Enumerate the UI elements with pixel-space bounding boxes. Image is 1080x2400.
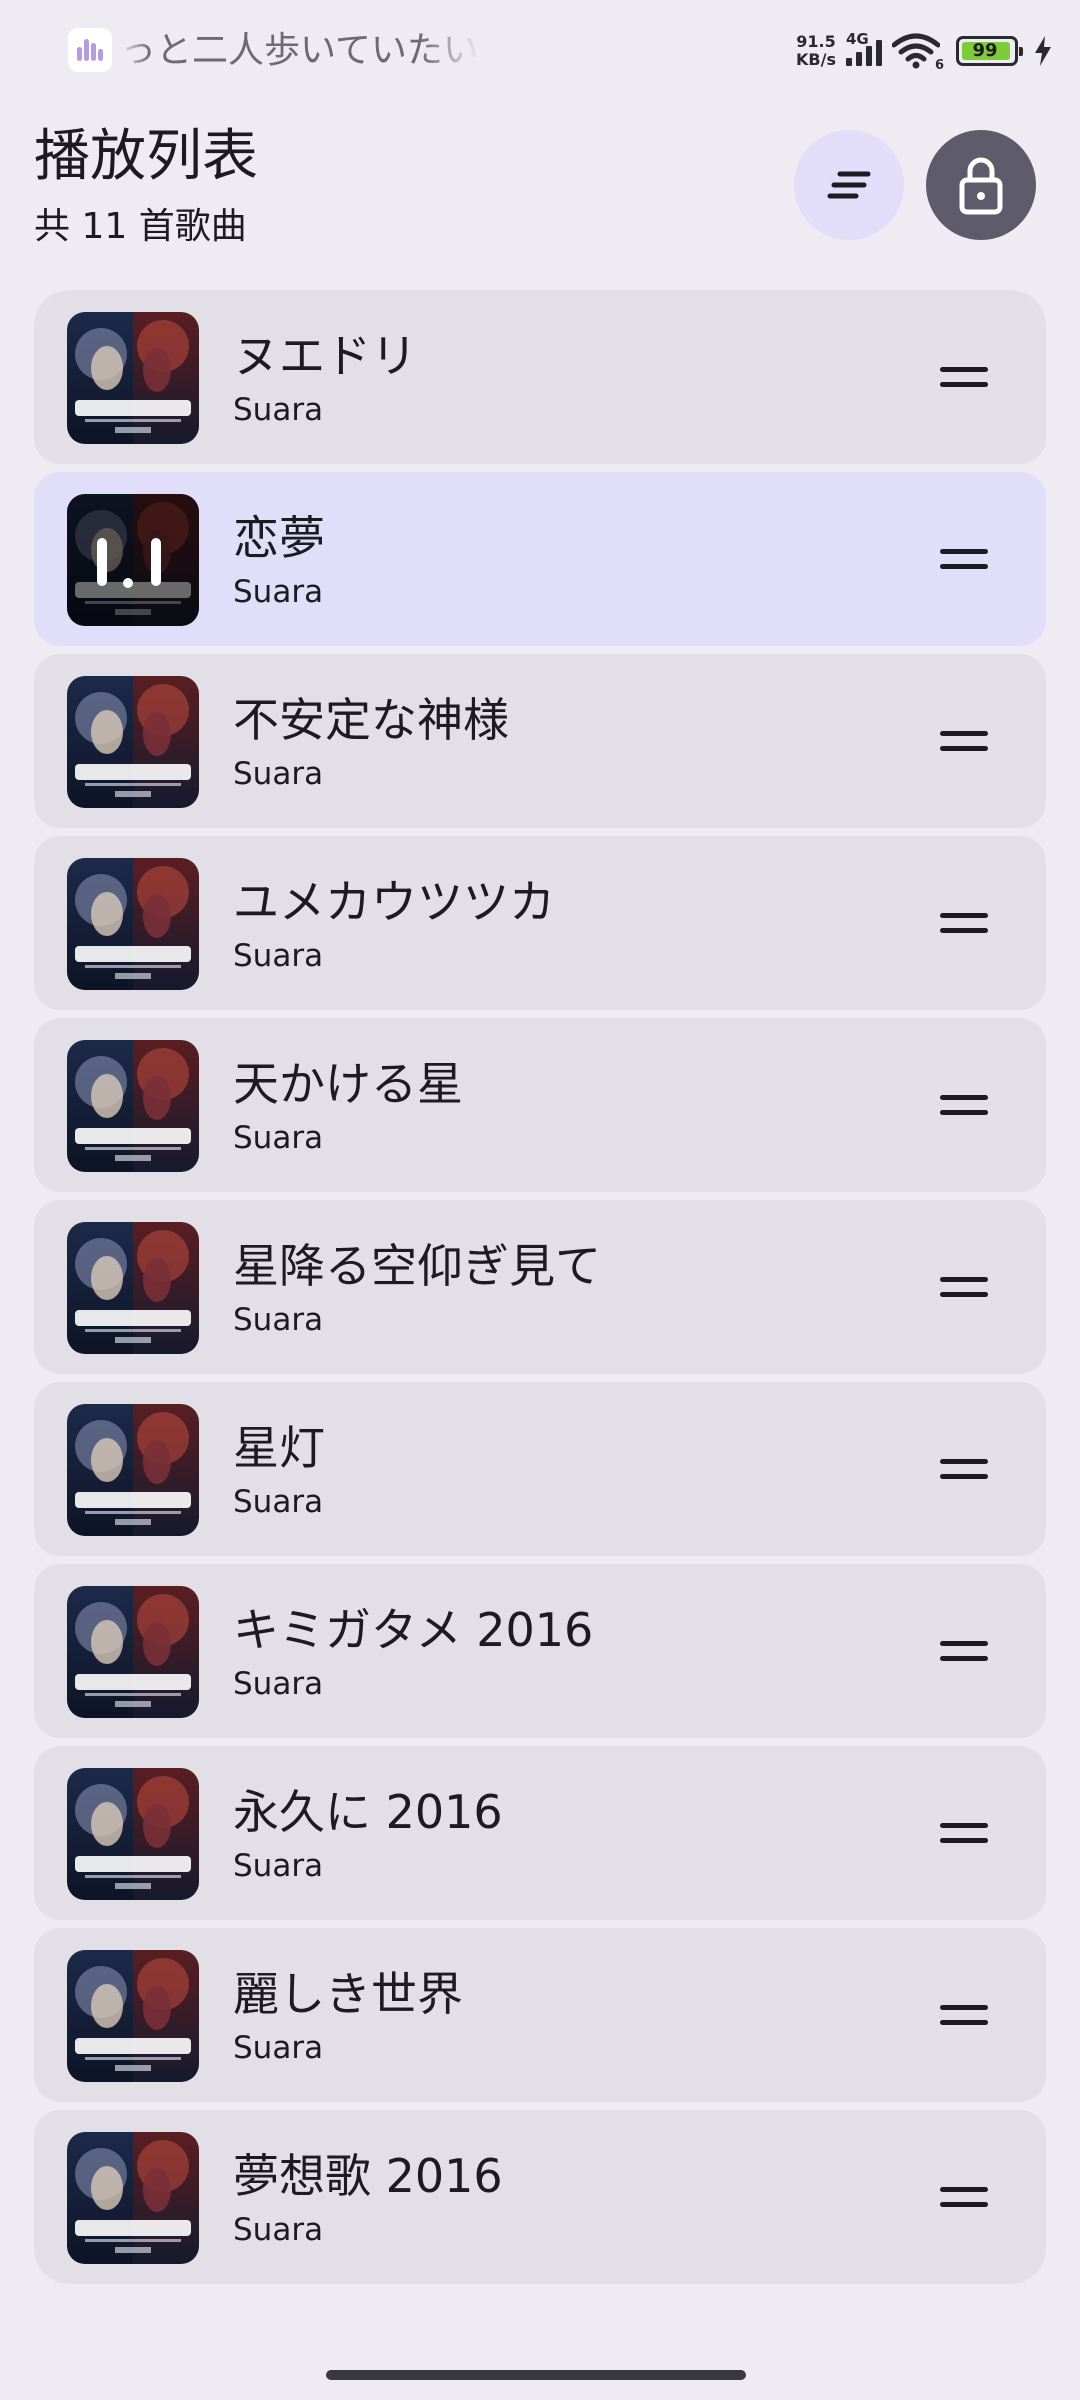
playlist-item[interactable]: 星灯 Suara (34, 1382, 1046, 1556)
song-title: 天かける星 (233, 1057, 463, 1111)
song-count: 共 11 首歌曲 (34, 206, 247, 247)
network-speed: 91.5 KB/s (796, 32, 836, 69)
drag-handle-icon[interactable] (940, 2184, 988, 2210)
drag-handle-icon[interactable] (940, 1092, 988, 1118)
lock-button[interactable] (926, 130, 1036, 240)
network-type: 4G (846, 30, 869, 48)
drag-handle-icon[interactable] (940, 728, 988, 754)
song-artist: Suara (233, 392, 324, 428)
sort-button[interactable] (794, 130, 904, 240)
battery-icon: 99 (956, 36, 1023, 66)
playlist: ヌエドリ Suara 恋夢 Suara 不安定な神様 Suara ユメカウツツカ Suara 天… (34, 290, 1046, 2292)
playing-indicator-icon (67, 494, 199, 626)
wifi-badge: 6 (934, 58, 944, 73)
album-art (67, 1222, 199, 1354)
song-artist: Suara (233, 938, 324, 974)
album-art (67, 676, 199, 808)
drag-handle-icon[interactable] (940, 1820, 988, 1846)
lightning-icon (1032, 35, 1054, 67)
playlist-item[interactable]: 恋夢 Suara (34, 472, 1046, 646)
song-artist: Suara (233, 2212, 324, 2248)
playlist-item[interactable]: 夢想歌 2016 Suara (34, 2110, 1046, 2284)
album-art (67, 1404, 199, 1536)
album-art (67, 1768, 199, 1900)
playlist-item[interactable]: 星降る空仰ぎ見て Suara (34, 1200, 1046, 1374)
song-artist: Suara (233, 1848, 324, 1884)
song-title: ユメカウツツカ (233, 875, 555, 929)
page-title: 播放列表 (34, 124, 258, 189)
song-title: キミガタメ 2016 (233, 1603, 594, 1657)
playlist-item[interactable]: 麗しき世界 Suara (34, 1928, 1046, 2102)
playlist-item[interactable]: 不安定な神様 Suara (34, 654, 1046, 828)
drag-handle-icon[interactable] (940, 1638, 988, 1664)
drag-handle-icon[interactable] (940, 2002, 988, 2028)
song-title: 恋夢 (233, 511, 325, 565)
album-art (67, 1040, 199, 1172)
song-title: 星降る空仰ぎ見て (233, 1239, 601, 1293)
song-title: 麗しき世界 (233, 1967, 463, 2021)
album-art (67, 2132, 199, 2264)
battery-level: 99 (972, 40, 998, 61)
drag-handle-icon[interactable] (940, 910, 988, 936)
now-playing-ticker[interactable]: っと二人歩いていたい (120, 26, 480, 76)
album-art (67, 312, 199, 444)
album-art (67, 494, 199, 626)
song-artist: Suara (233, 2030, 324, 2066)
song-artist: Suara (233, 1302, 324, 1338)
audio-waveform-icon (68, 28, 112, 72)
drag-handle-icon[interactable] (940, 1274, 988, 1300)
song-title: ヌエドリ (233, 329, 417, 383)
song-artist: Suara (233, 574, 324, 610)
status-indicators: 91.5 KB/s 4G 6 99 (796, 26, 1054, 76)
song-title: 星灯 (233, 1421, 325, 1475)
sort-icon (827, 171, 871, 199)
drag-handle-icon[interactable] (940, 1456, 988, 1482)
playlist-item[interactable]: ヌエドリ Suara (34, 290, 1046, 464)
lock-icon (959, 157, 1003, 215)
drag-handle-icon[interactable] (940, 546, 988, 572)
wifi-icon: 6 (891, 33, 944, 73)
song-title: 夢想歌 2016 (233, 2149, 503, 2203)
song-title: 不安定な神様 (233, 693, 509, 747)
home-indicator[interactable] (326, 2370, 746, 2380)
album-art (67, 1586, 199, 1718)
status-bar: っと二人歩いていたい 91.5 KB/s 4G 6 99 (0, 0, 1080, 100)
song-artist: Suara (233, 1120, 324, 1156)
drag-handle-icon[interactable] (940, 364, 988, 390)
playlist-item[interactable]: 天かける星 Suara (34, 1018, 1046, 1192)
song-artist: Suara (233, 1484, 324, 1520)
song-title: 永久に 2016 (233, 1785, 503, 1839)
album-art (67, 858, 199, 990)
playlist-item[interactable]: キミガタメ 2016 Suara (34, 1564, 1046, 1738)
playlist-item[interactable]: 永久に 2016 Suara (34, 1746, 1046, 1920)
playlist-item[interactable]: ユメカウツツカ Suara (34, 836, 1046, 1010)
song-artist: Suara (233, 1666, 324, 1702)
album-art (67, 1950, 199, 2082)
song-artist: Suara (233, 756, 324, 792)
